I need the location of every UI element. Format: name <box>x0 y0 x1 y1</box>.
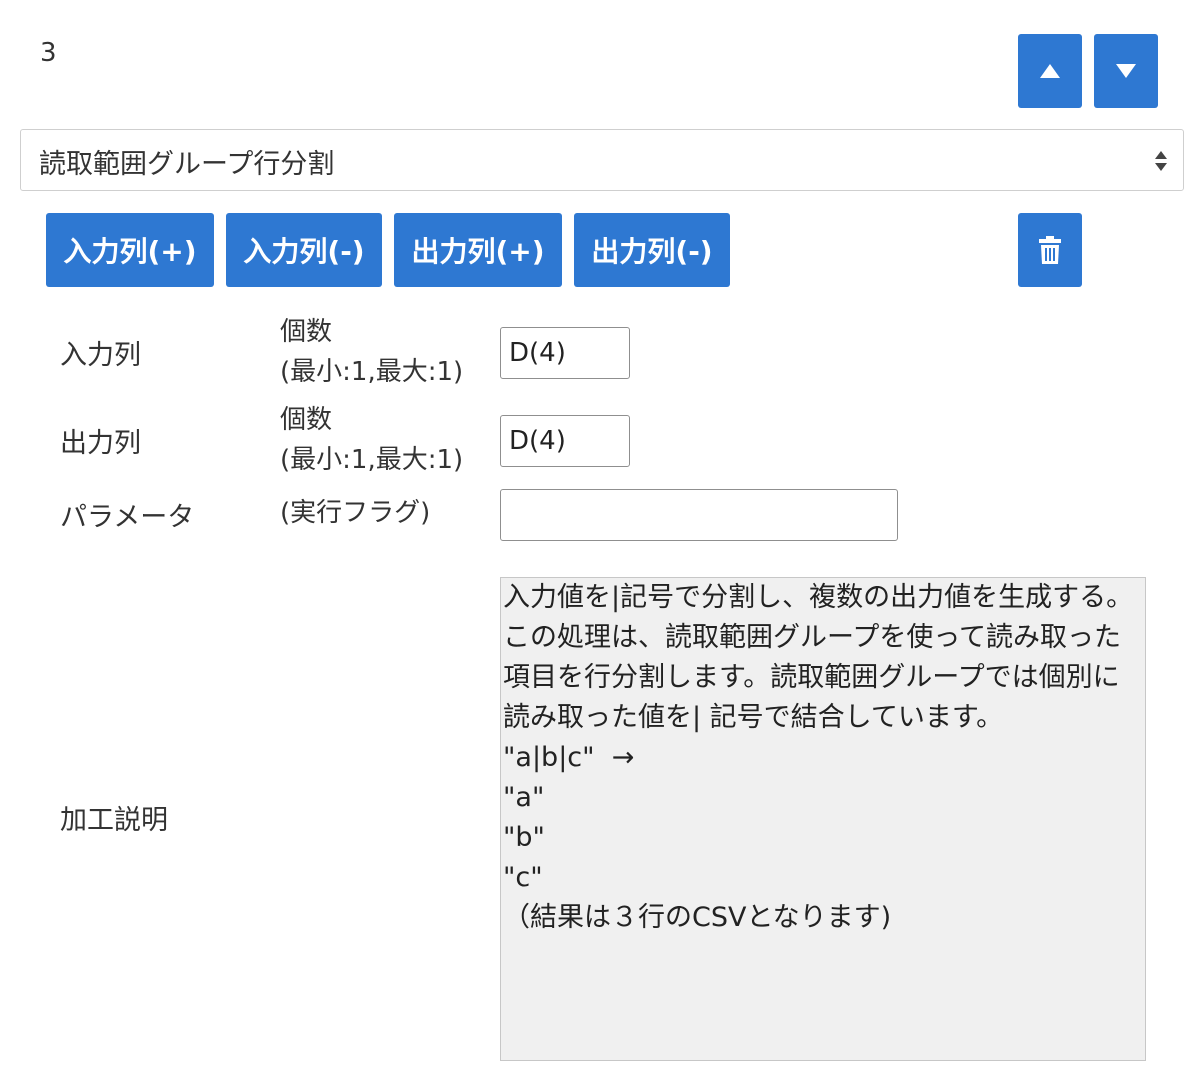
move-up-button[interactable] <box>1018 34 1082 108</box>
output-column-field[interactable] <box>500 415 630 467</box>
sort-arrows-icon <box>1155 151 1167 171</box>
remove-input-column-button[interactable]: 入力列(-) <box>226 213 382 287</box>
output-count-label: 個数 <box>280 405 333 435</box>
process-step-panel: 3 読取範囲グループ行分割 入力列(+) 入力列(-) 出力列(+) 出力列(-… <box>0 0 1198 1072</box>
input-column-label: 入力列 <box>60 340 141 371</box>
delete-step-button[interactable] <box>1018 213 1082 287</box>
add-output-column-button[interactable]: 出力列(+) <box>394 213 562 287</box>
output-range-label: (最小:1,最大:1) <box>280 445 464 475</box>
parameter-label: パラメータ <box>60 502 195 533</box>
description-textarea[interactable]: 入力値を|記号で分割し、複数の出力値を生成する。 この処理は、読取範囲グループを… <box>500 577 1146 1061</box>
step-number: 3 <box>40 38 57 68</box>
parameter-sub-label: (実行フラグ) <box>280 498 431 528</box>
parameter-field[interactable] <box>500 489 898 541</box>
add-input-column-button[interactable]: 入力列(+) <box>46 213 214 287</box>
input-count-label: 個数 <box>280 317 333 347</box>
output-column-label: 出力列 <box>60 428 141 459</box>
input-column-field[interactable] <box>500 327 630 379</box>
triangle-up-icon <box>1040 64 1060 78</box>
trash-icon <box>1039 236 1061 264</box>
move-down-button[interactable] <box>1094 34 1158 108</box>
triangle-down-icon <box>1116 64 1136 78</box>
process-type-value: 読取範囲グループ行分割 <box>39 149 335 180</box>
description-label: 加工説明 <box>60 805 168 836</box>
remove-output-column-button[interactable]: 出力列(-) <box>574 213 730 287</box>
process-type-select[interactable]: 読取範囲グループ行分割 <box>20 129 1184 191</box>
input-range-label: (最小:1,最大:1) <box>280 357 464 387</box>
